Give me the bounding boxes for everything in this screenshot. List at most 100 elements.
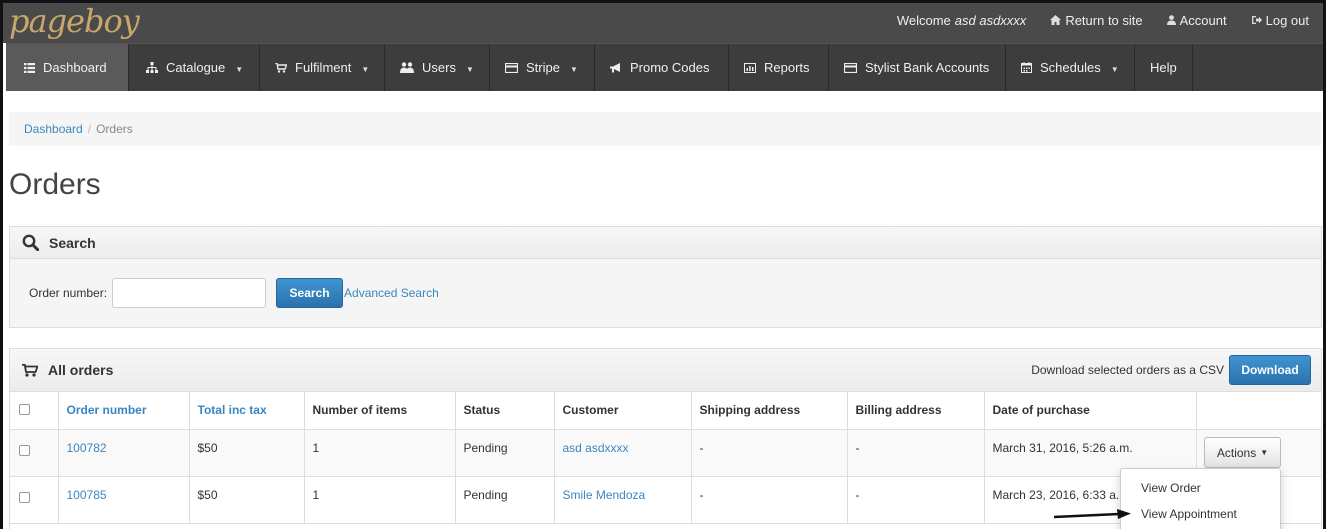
welcome-user-name: asd asdxxxx (954, 12, 1027, 28)
annotation-arrow-icon (1053, 509, 1131, 519)
row-checkbox[interactable] (19, 491, 30, 503)
bar-chart-icon (744, 62, 756, 73)
total-cell: $50 (189, 476, 305, 524)
top-bar: pageboy Welcome asd asdxxxx Return to si… (3, 3, 1323, 43)
order-number-cell: 100785 (58, 476, 190, 524)
nav-label-schedules: Schedules (1040, 60, 1101, 75)
shipping-cell: - (691, 476, 848, 524)
nav-item-help[interactable]: Help (1135, 44, 1193, 91)
column-number-of-items: Number of items (304, 392, 456, 430)
items-cell: 1 (304, 429, 456, 477)
row-select-cell (10, 476, 59, 524)
pageboy-logo[interactable]: pageboy (9, 3, 140, 39)
status-cell: Pending (455, 429, 555, 477)
table-header-row: Order number Total inc tax Number of ite… (10, 392, 1321, 430)
customer-link[interactable]: asd asdxxxx (563, 441, 629, 455)
breadcrumb-dashboard-link[interactable]: Dashboard (24, 122, 83, 136)
sign-out-icon (1251, 15, 1262, 25)
column-date-of-purchase: Date of purchase (984, 392, 1197, 430)
column-order-number[interactable]: Order number (58, 392, 190, 430)
list-icon (24, 62, 35, 73)
search-panel: Search Order number: Search Advanced Sea… (9, 226, 1322, 328)
nav-item-stylist-bank-accounts[interactable]: Stylist Bank Accounts (829, 44, 1006, 91)
breadcrumb-separator: / (87, 122, 92, 136)
select-all-header (10, 392, 59, 430)
account-link[interactable]: Account (1166, 12, 1227, 28)
chevron-down-icon: ▼ (1110, 65, 1119, 74)
home-icon (1050, 15, 1062, 25)
account-label: Account (1179, 12, 1227, 28)
total-cell: $50 (189, 429, 305, 477)
calendar-icon (1021, 62, 1032, 73)
chevron-down-icon: ▼ (569, 65, 578, 74)
breadcrumb-current: Orders (96, 122, 133, 136)
actions-menu: View Order View Appointment (1120, 468, 1281, 529)
row-checkbox[interactable] (19, 444, 30, 456)
order-number-cell: 100782 (58, 429, 190, 477)
bullhorn-icon (610, 62, 622, 73)
actions-button-label: Actions (1216, 445, 1257, 460)
welcome-text: Welcome asd asdxxxx (897, 13, 1027, 28)
return-to-site-link[interactable]: Return to site (1050, 13, 1143, 28)
page-title: Orders (9, 168, 101, 201)
menu-item-view-appointment[interactable]: View Appointment (1141, 507, 1237, 521)
download-csv-text: Download selected orders as a CSV (1031, 363, 1224, 377)
billing-cell: - (847, 476, 985, 524)
download-button[interactable]: Download (1229, 355, 1311, 385)
status-cell: Pending (455, 476, 555, 524)
sitemap-icon (146, 62, 158, 73)
top-links: Welcome asd asdxxxx Return to site Accou… (897, 3, 1309, 37)
column-shipping-address: Shipping address (691, 392, 848, 430)
credit-card-icon (844, 62, 857, 73)
column-status: Status (455, 392, 555, 430)
row-select-cell (10, 429, 59, 477)
all-orders-header: All orders Download selected orders as a… (10, 349, 1321, 392)
breadcrumb: Dashboard / Orders (9, 112, 1321, 146)
menu-item-view-order[interactable]: View Order (1141, 481, 1201, 495)
select-all-checkbox[interactable] (19, 404, 30, 416)
nav-label-promo-codes: Promo Codes (630, 60, 710, 75)
column-customer: Customer (554, 392, 692, 430)
nav-item-dashboard[interactable]: Dashboard (6, 44, 129, 91)
search-panel-header: Search (10, 227, 1321, 259)
cart-icon (22, 363, 38, 377)
customer-cell: asd asdxxxx (554, 429, 692, 477)
order-number-input[interactable] (112, 278, 267, 308)
nav-label-reports: Reports (764, 60, 810, 75)
nav-label-users: Users (422, 60, 456, 75)
order-number-label: Order number: (29, 286, 108, 300)
nav-item-users[interactable]: Users ▼ (385, 44, 490, 91)
welcome-prefix: Welcome (896, 12, 951, 28)
nav-item-stripe[interactable]: Stripe ▼ (490, 44, 595, 91)
nav-item-promo-codes[interactable]: Promo Codes (595, 44, 729, 91)
column-billing-address: Billing address (847, 392, 985, 430)
nav-label-dashboard: Dashboard (43, 60, 107, 75)
credit-card-icon (505, 62, 518, 73)
nav-item-schedules[interactable]: Schedules ▼ (1006, 44, 1135, 91)
nav-label-stylist-bank-accounts: Stylist Bank Accounts (865, 60, 990, 75)
nav-label-catalogue: Catalogue (166, 60, 226, 75)
actions-dropdown-button[interactable]: Actions ▼ (1204, 437, 1281, 468)
shipping-cell: - (691, 429, 848, 477)
nav-item-reports[interactable]: Reports (729, 44, 829, 91)
all-orders-title: All orders (48, 362, 114, 378)
billing-cell: - (847, 429, 985, 477)
nav-item-catalogue[interactable]: Catalogue ▼ (129, 44, 260, 91)
search-form: Order number: Search Advanced Search (10, 259, 1321, 327)
user-icon (1166, 15, 1176, 25)
column-actions (1196, 392, 1321, 430)
download-area: Download selected orders as a CSV Downlo… (1031, 355, 1311, 385)
search-icon (22, 234, 39, 251)
nav-label-help: Help (1150, 60, 1177, 75)
column-total-inc-tax[interactable]: Total inc tax (189, 392, 305, 430)
items-cell: 1 (304, 476, 456, 524)
order-number-link[interactable]: 100785 (67, 488, 107, 502)
chevron-down-icon: ▼ (361, 65, 370, 74)
nav-item-fulfilment[interactable]: Fulfilment ▼ (260, 44, 385, 91)
order-number-link[interactable]: 100782 (67, 441, 107, 455)
nav-label-stripe: Stripe (526, 60, 560, 75)
logout-link[interactable]: Log out (1251, 13, 1309, 28)
customer-link[interactable]: Smile Mendoza (563, 488, 646, 502)
search-button[interactable]: Search (276, 278, 344, 308)
advanced-search-link[interactable]: Advanced Search (344, 286, 439, 300)
